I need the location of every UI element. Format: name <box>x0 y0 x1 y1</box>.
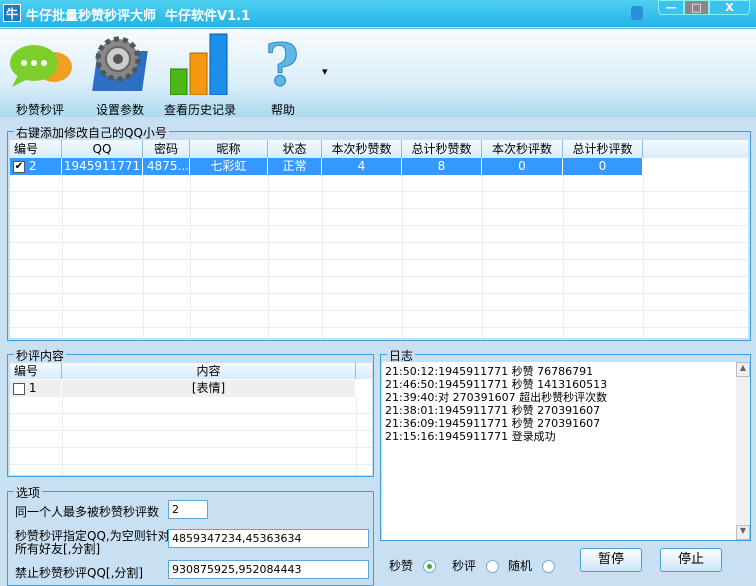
mode-comment-radio[interactable]: 秒评 <box>452 557 499 574</box>
tool-help[interactable]: ? 帮助 <box>243 29 323 118</box>
log-line: 21:15:16:1945911771 登录成功 <box>385 430 556 443</box>
radio-icon <box>541 560 555 573</box>
scroll-up-icon[interactable]: ▲ <box>736 362 750 377</box>
row-checkbox[interactable]: ✔ <box>13 160 25 173</box>
mode-comment-label: 秒评 <box>452 559 477 573</box>
log-textbox[interactable]: 21:50:12:1945911771 秒赞 76786791 21:46:50… <box>382 362 736 540</box>
stop-button[interactable]: 停止 <box>660 548 722 572</box>
log-line: 21:46:50:1945911771 秒赞 1413160513 <box>385 378 608 391</box>
comments-group: 秒评内容 编号 内容 1 [表情] <box>7 347 374 477</box>
radio-selected-icon <box>422 560 436 573</box>
window-title: 牛仔批量秒赞秒评大师 牛仔软件V1.1 <box>26 9 251 24</box>
log-line: 21:50:12:1945911771 秒赞 76786791 <box>385 365 594 378</box>
log-line: 21:39:40:对 270391607 超出秒赞秒评次数 <box>385 391 608 404</box>
row-id-cell: ✔ 2 <box>10 158 62 175</box>
accounts-grid <box>10 175 748 338</box>
header-filler <box>643 140 748 158</box>
col-like-now[interactable]: 本次秒赞数 <box>322 140 402 158</box>
radio-icon <box>485 560 499 573</box>
max-count-label: 同一个人最多被秒赞秒评数 <box>15 505 160 519</box>
row-comment-total: 0 <box>563 158 643 175</box>
skin-icon[interactable] <box>631 6 643 20</box>
app-logo-icon: 牛 <box>3 4 21 22</box>
col-nickname[interactable]: 昵称 <box>190 140 268 158</box>
title-bar: 牛 牛仔批量秒赞秒评大师 牛仔软件V1.1 — □ X <box>0 0 756 27</box>
col-like-total[interactable]: 总计秒赞数 <box>402 140 482 158</box>
tool-history[interactable]: 查看历史记录 <box>160 29 240 118</box>
col-id[interactable]: 编号 <box>10 140 62 158</box>
question-icon: ? <box>265 35 300 91</box>
bar-chart-icon <box>170 33 228 95</box>
row-comment-now: 0 <box>482 158 563 175</box>
row-id: 1 <box>28 381 37 395</box>
mode-random-label: 随机 <box>508 559 533 573</box>
target-qq-label: 秒赞秒评指定QQ,为空则针对所有好友[,分割] <box>15 529 170 556</box>
ban-qq-label: 禁止秒赞秒评QQ[,分割] <box>15 566 144 580</box>
toolbar-more-dropdown[interactable]: ▾ <box>322 65 328 78</box>
row-like-now: 4 <box>322 158 402 175</box>
accounts-group: 右键添加修改自己的QQ小号 编号 QQ 密码 昵称 状态 本次秒赞数 总计秒赞数… <box>7 124 751 341</box>
log-group: 日志 21:50:12:1945911771 秒赞 76786791 21:46… <box>380 347 751 541</box>
minimize-button[interactable]: — <box>658 0 684 15</box>
header-filler <box>356 363 372 379</box>
col-comment-id[interactable]: 编号 <box>10 363 62 379</box>
col-comment-now[interactable]: 本次秒评数 <box>482 140 563 158</box>
scroll-down-icon[interactable]: ▼ <box>736 525 750 540</box>
row-like-total: 8 <box>402 158 482 175</box>
mode-like-radio[interactable]: 秒赞 <box>389 557 436 574</box>
row-id-cell: 1 <box>10 380 62 397</box>
row-checkbox[interactable] <box>13 382 25 395</box>
col-comment-content[interactable]: 内容 <box>62 363 356 379</box>
target-qq-input[interactable]: 4859347234,45363634 <box>168 529 369 548</box>
pause-button[interactable]: 暂停 <box>580 548 642 572</box>
toolbar: 秒赞秒评 设置参数 查看历史记录 ? 帮助 ▾ <box>0 28 756 117</box>
mode-like-label: 秒赞 <box>389 559 414 573</box>
maximize-button[interactable]: □ <box>684 0 709 15</box>
log-scrollbar[interactable]: ▲ ▼ <box>736 362 750 540</box>
chat-bubbles-icon <box>10 45 72 87</box>
comments-table[interactable]: 编号 内容 1 [表情] <box>10 363 372 475</box>
col-qq[interactable]: QQ <box>62 140 143 158</box>
row-content: [表情] <box>62 380 356 397</box>
max-count-input[interactable]: 2 <box>168 500 208 519</box>
ban-qq-input[interactable]: 930875925,952084443 <box>168 560 369 579</box>
log-line: 21:38:01:1945911771 秒赞 270391607 <box>385 404 601 417</box>
tool-like-comment[interactable]: 秒赞秒评 <box>0 29 80 118</box>
tool-settings[interactable]: 设置参数 <box>80 29 160 118</box>
table-row[interactable]: ✔ 2 1945911771 4875... 七彩虹 正常 4 8 0 0 <box>10 158 643 175</box>
options-group: 选项 同一个人最多被秒赞秒评数 2 秒赞秒评指定QQ,为空则针对所有好友[,分割… <box>7 484 374 586</box>
svg-text:?: ? <box>265 35 299 91</box>
col-password[interactable]: 密码 <box>143 140 190 158</box>
close-button[interactable]: X <box>709 0 750 15</box>
col-status[interactable]: 状态 <box>268 140 322 158</box>
accounts-table[interactable]: 编号 QQ 密码 昵称 状态 本次秒赞数 总计秒赞数 本次秒评数 总计秒评数 ✔… <box>10 140 748 338</box>
row-qq: 1945911771 <box>62 158 143 175</box>
col-comment-total[interactable]: 总计秒评数 <box>563 140 643 158</box>
comments-grid <box>10 397 372 475</box>
gear-icon <box>92 36 148 91</box>
row-password: 4875... <box>143 158 190 175</box>
row-id: 2 <box>28 159 37 173</box>
table-row[interactable]: 1 [表情] <box>10 380 356 397</box>
mode-random-radio[interactable]: 随机 <box>508 557 555 574</box>
row-status: 正常 <box>268 158 322 175</box>
log-line: 21:36:09:1945911771 秒赞 270391607 <box>385 417 601 430</box>
row-nickname: 七彩虹 <box>190 158 268 175</box>
